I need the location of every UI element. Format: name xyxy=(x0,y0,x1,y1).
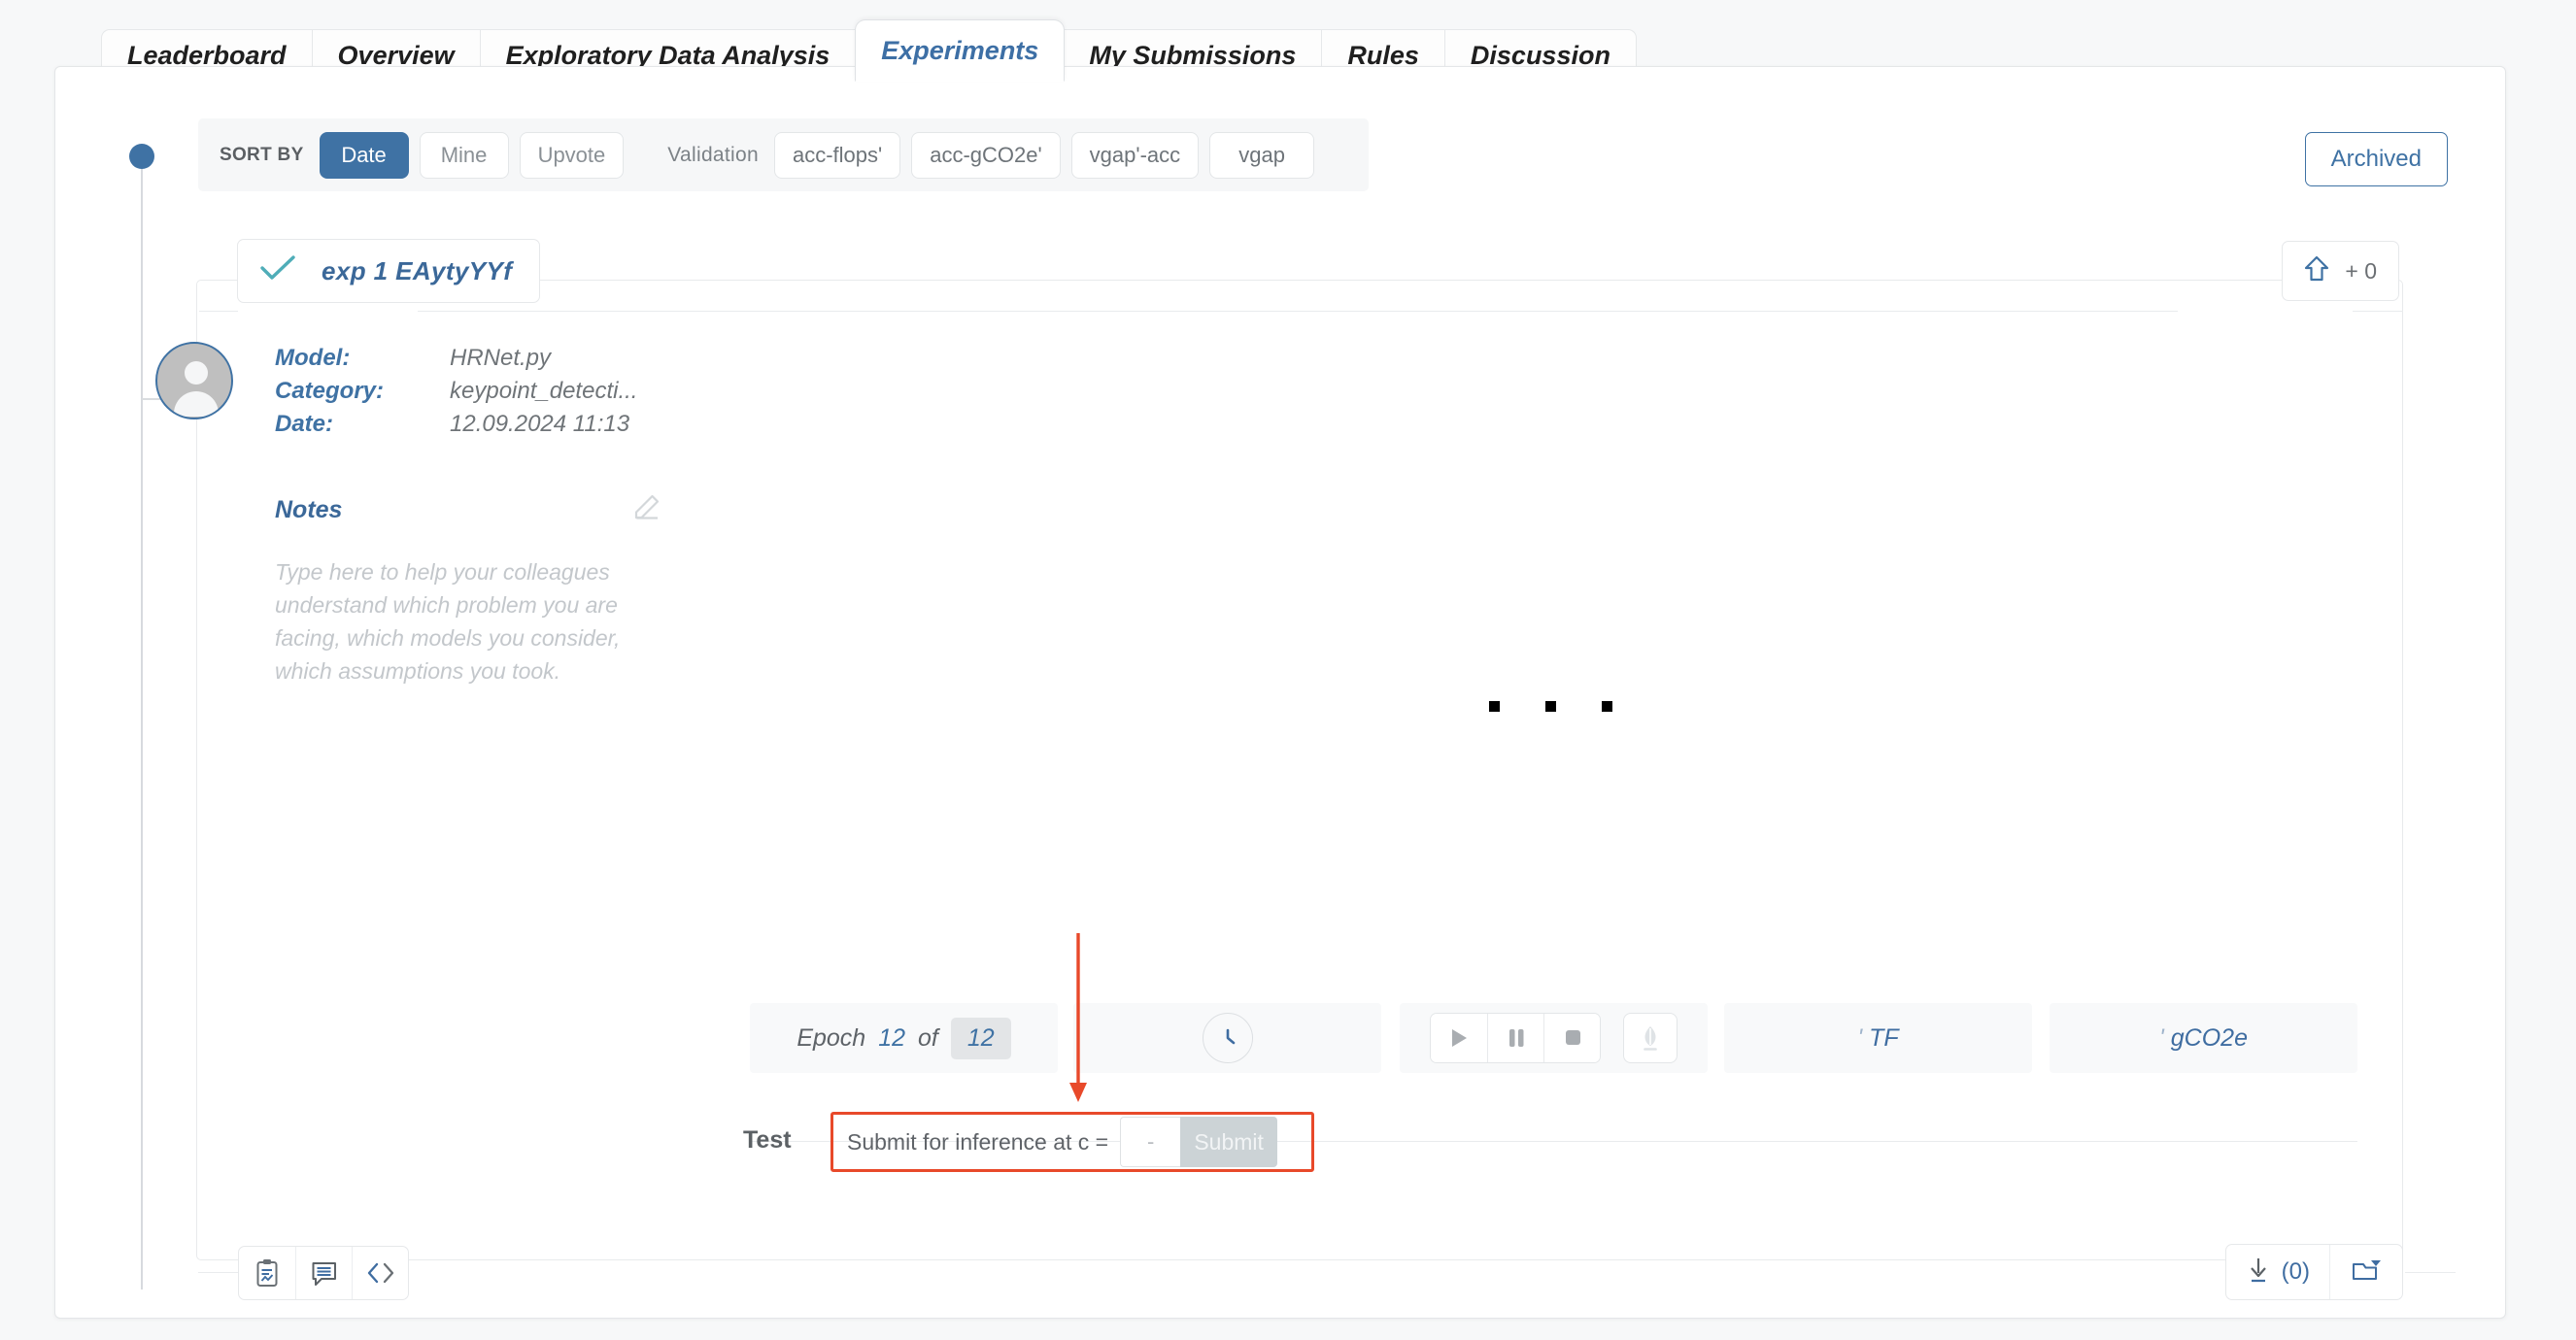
user-avatar-icon xyxy=(155,342,233,419)
stop-icon[interactable] xyxy=(1543,1014,1600,1062)
meta-key-model: Model: xyxy=(275,345,351,371)
pause-icon[interactable] xyxy=(1487,1014,1543,1062)
meta-value-model: HRNet.py xyxy=(450,345,552,371)
tf-label: TF xyxy=(1869,1023,1899,1052)
comment-icon[interactable] xyxy=(295,1247,352,1299)
submit-button[interactable]: Submit xyxy=(1180,1117,1278,1167)
sort-filter-bar: SORT BY Date Mine Upvote Validation acc-… xyxy=(198,118,1369,191)
meta-value-date: 12.09.2024 11:13 xyxy=(450,411,630,437)
c-value-input[interactable]: - xyxy=(1120,1117,1181,1167)
tf-metric-value: ' TF xyxy=(1857,1024,1898,1053)
inference-prompt-label: Submit for inference at c = xyxy=(847,1128,1109,1155)
sort-by-label: SORT BY xyxy=(220,144,304,165)
epoch-current: 12 xyxy=(878,1023,906,1052)
co2-metric-strip: ' gCO2e xyxy=(2050,1003,2357,1073)
loading-dot xyxy=(1602,701,1612,712)
validation-metric-acc-flops[interactable]: acc-flops' xyxy=(773,131,901,179)
leaf-eco-icon[interactable] xyxy=(1623,1013,1678,1063)
loading-dot xyxy=(1545,701,1556,712)
meta-value-category: keypoint_detecti... xyxy=(450,378,638,404)
tab-experiments[interactable]: Experiments xyxy=(855,19,1066,82)
footer-right-rule xyxy=(2405,1272,2456,1273)
red-down-arrow xyxy=(1069,933,1087,1102)
card-title-rule-left xyxy=(199,311,238,312)
sort-option-date[interactable]: Date xyxy=(319,131,409,179)
tf-tick: ' xyxy=(1857,1023,1863,1052)
playback-button-group xyxy=(1430,1013,1601,1063)
sort-option-mine[interactable]: Mine xyxy=(419,131,509,179)
meta-key-date: Date: xyxy=(275,411,334,437)
co2-metric-value: ' gCO2e xyxy=(2159,1024,2248,1053)
epoch-total-input[interactable]: 12 xyxy=(950,1017,1011,1059)
submit-inference-highlight: Submit for inference at c = - Submit xyxy=(830,1112,1314,1172)
epoch-strip: Epoch 12 of 12 xyxy=(750,1003,1058,1073)
code-brackets-icon[interactable] xyxy=(352,1247,408,1299)
validation-label: Validation xyxy=(667,143,759,166)
epoch-label: Epoch xyxy=(797,1023,866,1052)
experiment-title-chip[interactable]: exp 1 EAytyYYf xyxy=(237,239,541,303)
experiment-meta-block: Model: HRNet.py Category: keypoint_detec… xyxy=(275,345,637,438)
upvote-arrow-icon xyxy=(2304,255,2329,287)
avatar-body xyxy=(174,391,219,417)
avatar-head xyxy=(185,361,208,385)
co2-label: gCO2e xyxy=(2170,1023,2248,1052)
loading-dots xyxy=(1489,701,1612,712)
test-label: Test xyxy=(743,1126,792,1154)
tf-metric-strip: ' TF xyxy=(1724,1003,2032,1073)
timeline-line xyxy=(141,163,143,1290)
playback-controls-strip xyxy=(1400,1003,1708,1073)
download-count: (0) xyxy=(2281,1258,2310,1285)
notes-header: Notes xyxy=(275,491,663,529)
notes-placeholder-text[interactable]: Type here to help your colleagues unders… xyxy=(275,555,663,687)
clock-icon[interactable] xyxy=(1202,1013,1253,1063)
archived-button[interactable]: Archived xyxy=(2304,132,2448,186)
upvote-count: + 0 xyxy=(2345,257,2377,284)
validation-metric-vgap[interactable]: vgap xyxy=(1209,131,1315,179)
card-title-rule-middle xyxy=(418,311,2178,312)
duration-strip xyxy=(1073,1003,1381,1073)
loading-dot xyxy=(1489,701,1500,712)
footer-left-toolbar xyxy=(238,1246,409,1300)
timeline-dot xyxy=(129,144,154,169)
footer-right-toolbar: (0) xyxy=(2224,1244,2403,1300)
folder-open-icon[interactable] xyxy=(2329,1245,2402,1299)
co2-tick: ' xyxy=(2159,1023,2164,1052)
download-button[interactable]: (0) xyxy=(2226,1245,2329,1299)
experiment-title-text: exp 1 EAytyYYf xyxy=(322,255,513,285)
play-icon[interactable] xyxy=(1431,1014,1487,1062)
upvote-button[interactable]: + 0 xyxy=(2282,241,2399,301)
epoch-of-label: of xyxy=(918,1023,938,1052)
validation-metric-acc-gco2e[interactable]: acc-gCO2e' xyxy=(911,131,1061,179)
sort-option-upvote[interactable]: Upvote xyxy=(519,131,625,179)
validation-metric-vgap-acc[interactable]: vgap'-acc xyxy=(1070,131,1200,179)
pencil-edit-icon[interactable] xyxy=(630,491,663,529)
meta-key-category: Category: xyxy=(275,378,385,404)
notes-title: Notes xyxy=(275,496,343,523)
card-title-rule-right xyxy=(2353,311,2403,312)
download-icon xyxy=(2246,1256,2271,1290)
check-icon xyxy=(259,254,296,288)
report-clipboard-icon[interactable] xyxy=(239,1247,295,1299)
